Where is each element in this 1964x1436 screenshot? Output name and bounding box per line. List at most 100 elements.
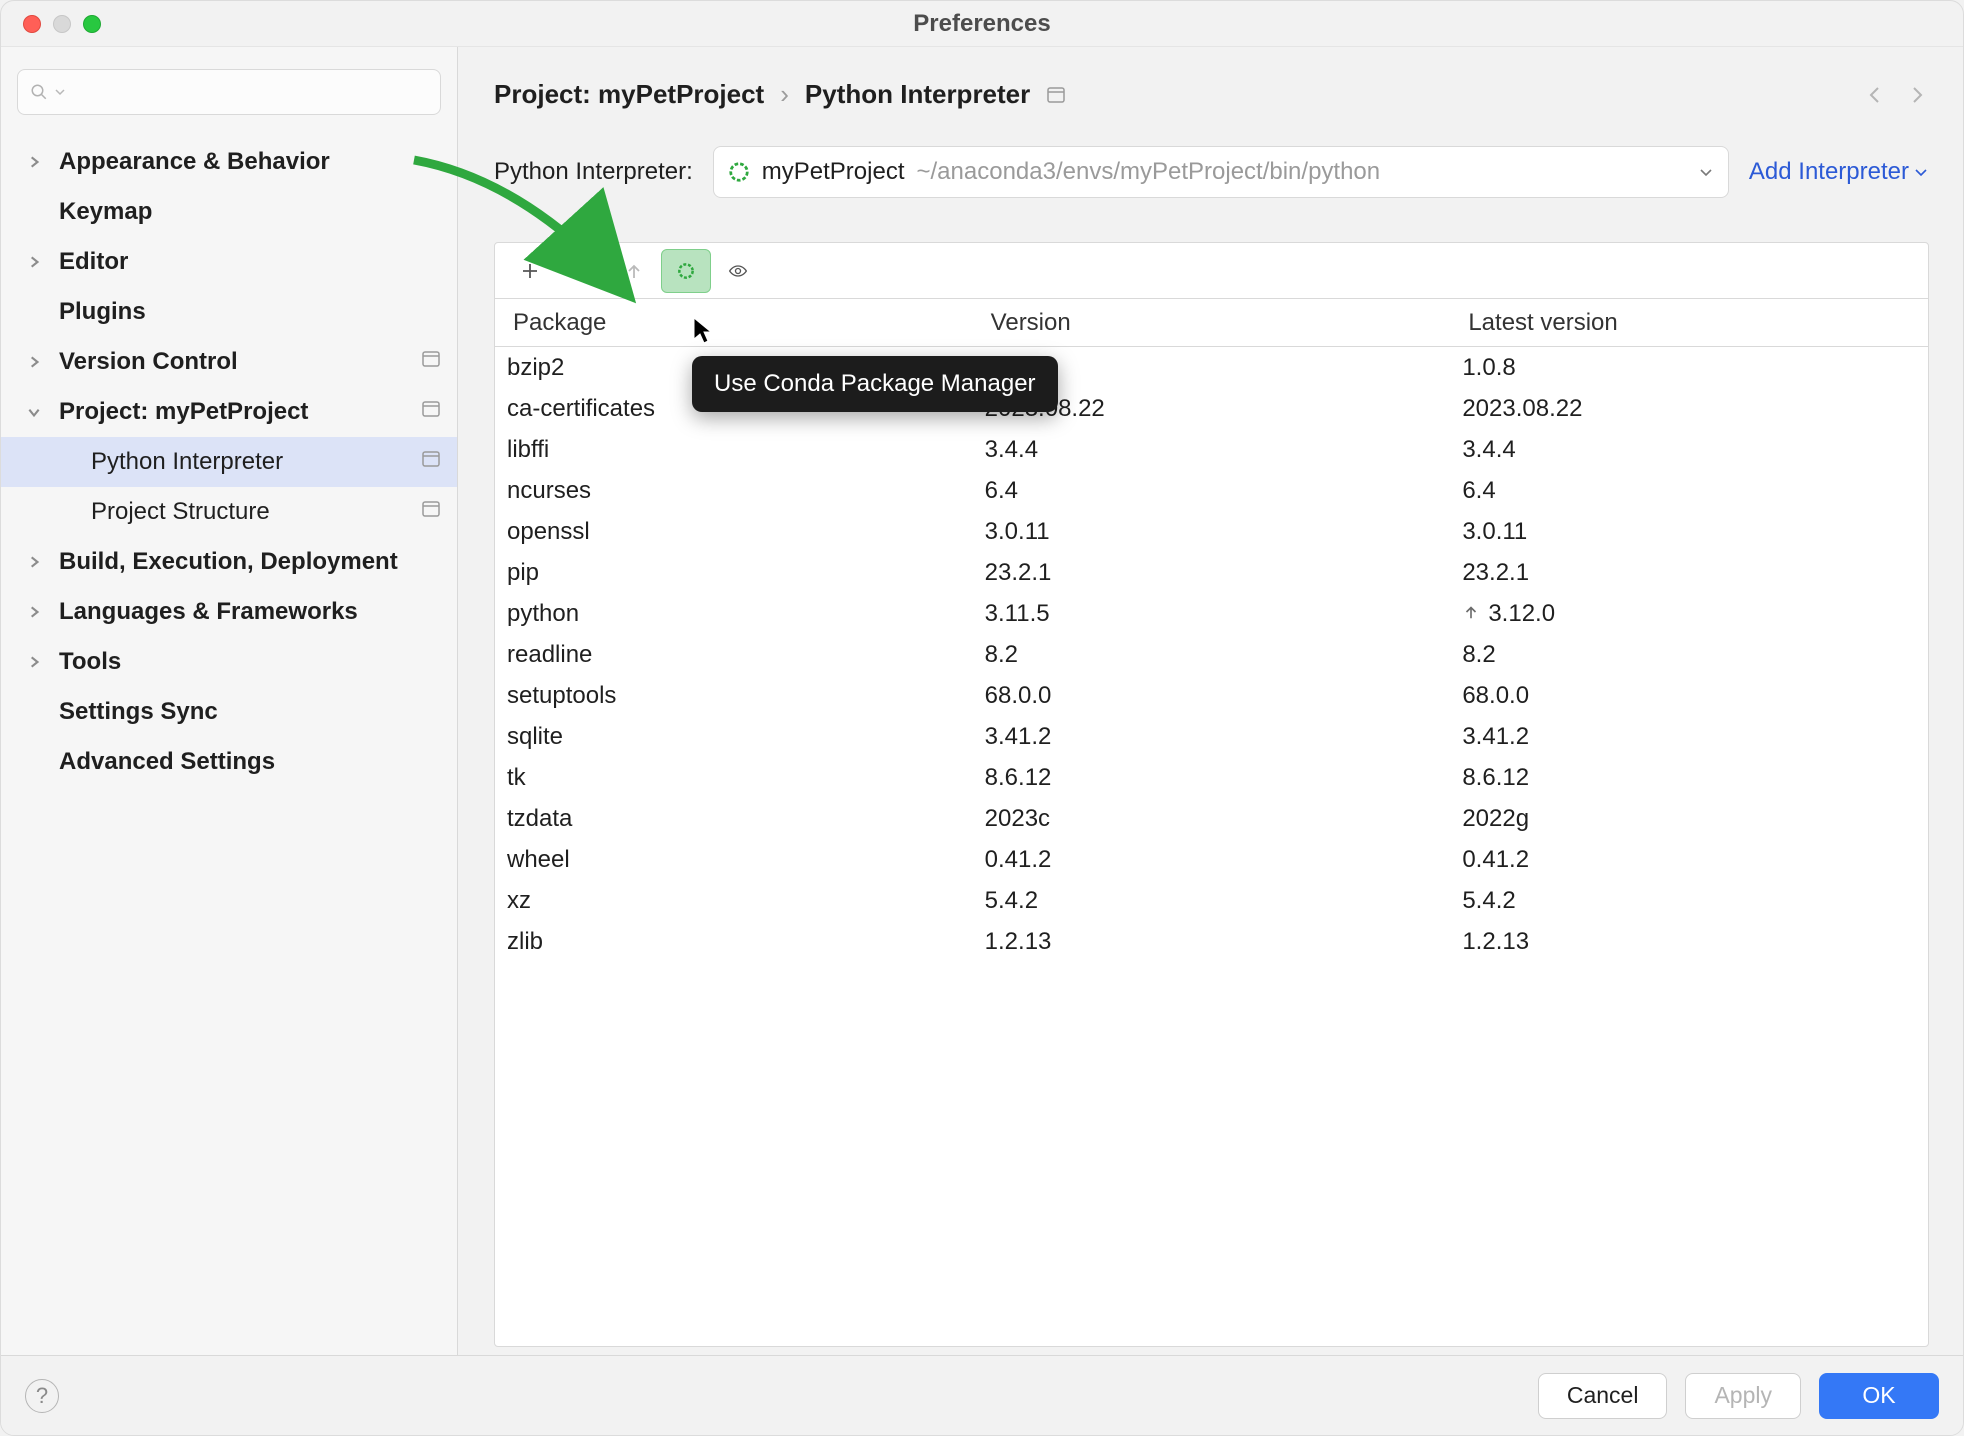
cell-version: 2023c <box>973 805 1451 833</box>
table-row[interactable]: openssl3.0.113.0.11 <box>495 511 1928 552</box>
cell-latest: 2022g <box>1450 805 1928 833</box>
sidebar-item-version-control[interactable]: Version Control <box>1 337 457 387</box>
sidebar-item-label: Project Structure <box>91 498 411 526</box>
tooltip: Use Conda Package Manager <box>692 356 1058 412</box>
forward-icon[interactable] <box>1905 83 1929 107</box>
cell-latest: 3.12.0 <box>1450 600 1928 628</box>
conda-icon <box>676 261 696 281</box>
table-row[interactable]: setuptools68.0.068.0.0 <box>495 675 1928 716</box>
breadcrumb-current: Python Interpreter <box>805 79 1030 110</box>
cell-package: sqlite <box>495 723 973 751</box>
cell-version: 23.2.1 <box>973 559 1451 587</box>
apply-button[interactable]: Apply <box>1685 1373 1801 1419</box>
cancel-button[interactable]: Cancel <box>1538 1373 1668 1419</box>
uninstall-package-button[interactable] <box>557 249 607 293</box>
breadcrumb: Project: myPetProject › Python Interpret… <box>494 79 1929 110</box>
upgrade-available-icon <box>1462 600 1480 628</box>
expand-icon <box>19 155 49 169</box>
cell-package: readline <box>495 641 973 669</box>
sidebar-item-keymap[interactable]: Keymap <box>1 187 457 237</box>
cell-latest: 3.0.11 <box>1450 518 1928 546</box>
breadcrumb-parent[interactable]: Project: myPetProject <box>494 79 764 110</box>
config-scope-icon <box>421 348 441 376</box>
ok-button[interactable]: OK <box>1819 1373 1939 1419</box>
table-row[interactable]: pip23.2.123.2.1 <box>495 552 1928 593</box>
chevron-down-icon <box>1913 164 1929 180</box>
col-version[interactable]: Version <box>973 309 1451 337</box>
minus-icon <box>572 261 592 281</box>
table-row[interactable]: xz5.4.25.4.2 <box>495 880 1928 921</box>
window-title: Preferences <box>1 10 1963 38</box>
settings-tree: Appearance & Behavior Keymap Editor Plugins… <box>1 131 457 1355</box>
upgrade-icon <box>624 261 644 281</box>
expand-icon <box>19 405 49 419</box>
table-row[interactable]: libffi3.4.43.4.4 <box>495 429 1928 470</box>
cell-latest: 3.41.2 <box>1450 723 1928 751</box>
cell-latest: 68.0.0 <box>1450 682 1928 710</box>
sidebar-item-project-mypetproject[interactable]: Project: myPetProject <box>1 387 457 437</box>
settings-search[interactable] <box>17 69 441 115</box>
sidebar-item-editor[interactable]: Editor <box>1 237 457 287</box>
sidebar-item-plugins[interactable]: Plugins <box>1 287 457 337</box>
col-latest[interactable]: Latest version <box>1450 309 1928 337</box>
show-early-releases-button[interactable] <box>713 249 763 293</box>
sidebar-item-label: Version Control <box>59 348 411 376</box>
sidebar-item-languages-frameworks[interactable]: Languages & Frameworks <box>1 587 457 637</box>
help-button[interactable]: ? <box>25 1379 59 1413</box>
interpreter-label: Python Interpreter: <box>494 158 693 186</box>
cell-package: python <box>495 600 973 628</box>
sidebar-item-label: Python Interpreter <box>91 448 411 476</box>
dialog-footer: ? Cancel Apply OK <box>1 1355 1963 1435</box>
sidebar-item-settings-sync[interactable]: Settings Sync <box>1 687 457 737</box>
table-row[interactable]: python3.11.53.12.0 <box>495 593 1928 634</box>
cell-version: 3.41.2 <box>973 723 1451 751</box>
table-row[interactable]: zlib1.2.131.2.13 <box>495 921 1928 962</box>
cell-latest: 8.6.12 <box>1450 764 1928 792</box>
upgrade-package-button[interactable] <box>609 249 659 293</box>
sidebar-item-python-interpreter[interactable]: Python Interpreter <box>1 437 457 487</box>
breadcrumb-separator: › <box>780 79 789 110</box>
cell-version: 3.0.11 <box>973 518 1451 546</box>
table-row[interactable]: tk8.6.128.6.12 <box>495 757 1928 798</box>
sidebar-item-label: Languages & Frameworks <box>59 598 441 626</box>
interpreter-path: ~/anaconda3/envs/myPetProject/bin/python <box>917 158 1381 186</box>
cell-version: 68.0.0 <box>973 682 1451 710</box>
cell-package: tk <box>495 764 973 792</box>
sidebar-item-tools[interactable]: Tools <box>1 637 457 687</box>
sidebar-item-build-execution-deployment[interactable]: Build, Execution, Deployment <box>1 537 457 587</box>
sidebar-item-project-structure[interactable]: Project Structure <box>1 487 457 537</box>
cell-package: ncurses <box>495 477 973 505</box>
chevron-down-icon <box>1698 164 1714 180</box>
table-row[interactable]: ncurses6.46.4 <box>495 470 1928 511</box>
install-package-button[interactable] <box>505 249 555 293</box>
sidebar-item-label: Advanced Settings <box>59 748 441 776</box>
table-row[interactable]: wheel0.41.20.41.2 <box>495 839 1928 880</box>
cell-latest: 23.2.1 <box>1450 559 1928 587</box>
chevron-down-icon <box>54 86 66 98</box>
sidebar-item-appearance-behavior[interactable]: Appearance & Behavior <box>1 137 457 187</box>
search-input[interactable] <box>72 78 428 106</box>
sidebar-item-advanced-settings[interactable]: Advanced Settings <box>1 737 457 787</box>
sidebar-item-label: Appearance & Behavior <box>59 148 441 176</box>
sidebar-item-label: Plugins <box>59 298 441 326</box>
col-package[interactable]: Package <box>495 309 973 337</box>
interpreter-dropdown[interactable]: myPetProject ~/anaconda3/envs/myPetProje… <box>713 146 1729 198</box>
table-row[interactable]: tzdata2023c2022g <box>495 798 1928 839</box>
table-row[interactable]: readline8.28.2 <box>495 634 1928 675</box>
cell-package: libffi <box>495 436 973 464</box>
cell-version: 8.6.12 <box>973 764 1451 792</box>
conda-package-manager-button[interactable] <box>661 249 711 293</box>
cell-latest: 0.41.2 <box>1450 846 1928 874</box>
cell-version: 5.4.2 <box>973 887 1451 915</box>
table-row[interactable]: sqlite3.41.23.41.2 <box>495 716 1928 757</box>
cell-latest: 3.4.4 <box>1450 436 1928 464</box>
expand-icon <box>19 555 49 569</box>
back-icon[interactable] <box>1863 83 1887 107</box>
config-scope-icon <box>421 448 441 476</box>
interpreter-name: myPetProject <box>762 158 905 186</box>
packages-toolbar <box>495 243 1928 299</box>
add-interpreter-link[interactable]: Add Interpreter <box>1749 158 1929 186</box>
sidebar-item-label: Editor <box>59 248 441 276</box>
history-nav <box>1863 83 1929 107</box>
sidebar-item-label: Build, Execution, Deployment <box>59 548 441 576</box>
